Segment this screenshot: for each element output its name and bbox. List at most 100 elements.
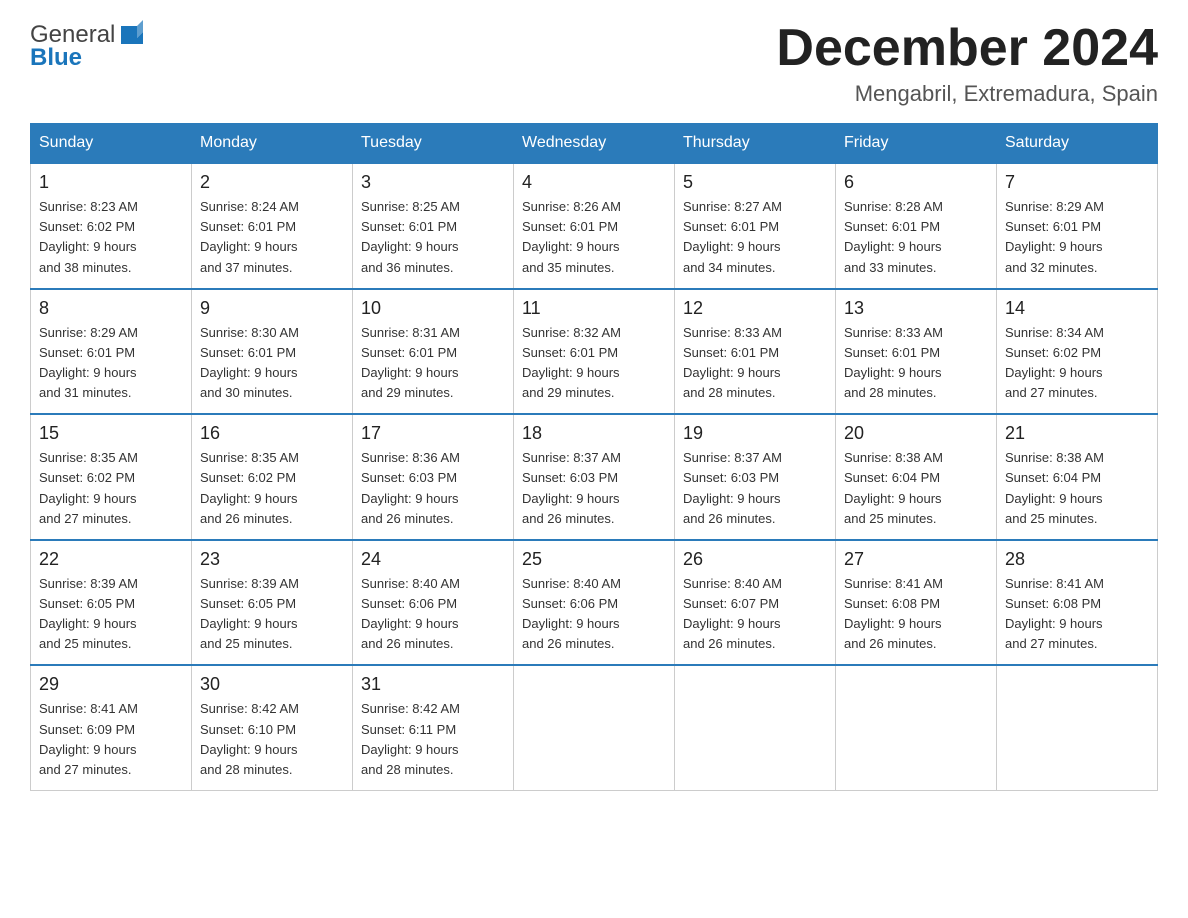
day-info: Sunrise: 8:40 AM Sunset: 6:07 PM Dayligh… [683,574,827,655]
table-row: 23 Sunrise: 8:39 AM Sunset: 6:05 PM Dayl… [192,540,353,666]
table-row: 18 Sunrise: 8:37 AM Sunset: 6:03 PM Dayl… [514,414,675,540]
table-row: 17 Sunrise: 8:36 AM Sunset: 6:03 PM Dayl… [353,414,514,540]
day-number: 23 [200,549,344,570]
day-info: Sunrise: 8:29 AM Sunset: 6:01 PM Dayligh… [39,323,183,404]
day-number: 8 [39,298,183,319]
table-row: 30 Sunrise: 8:42 AM Sunset: 6:10 PM Dayl… [192,665,353,790]
day-info: Sunrise: 8:36 AM Sunset: 6:03 PM Dayligh… [361,448,505,529]
day-info: Sunrise: 8:37 AM Sunset: 6:03 PM Dayligh… [522,448,666,529]
table-row: 29 Sunrise: 8:41 AM Sunset: 6:09 PM Dayl… [31,665,192,790]
table-row: 27 Sunrise: 8:41 AM Sunset: 6:08 PM Dayl… [836,540,997,666]
day-number: 3 [361,172,505,193]
day-info: Sunrise: 8:24 AM Sunset: 6:01 PM Dayligh… [200,197,344,278]
day-number: 5 [683,172,827,193]
col-friday: Friday [836,124,997,164]
day-info: Sunrise: 8:30 AM Sunset: 6:01 PM Dayligh… [200,323,344,404]
day-number: 16 [200,423,344,444]
calendar-table: Sunday Monday Tuesday Wednesday Thursday… [30,123,1158,791]
day-number: 26 [683,549,827,570]
day-info: Sunrise: 8:35 AM Sunset: 6:02 PM Dayligh… [200,448,344,529]
day-info: Sunrise: 8:40 AM Sunset: 6:06 PM Dayligh… [522,574,666,655]
col-wednesday: Wednesday [514,124,675,164]
day-info: Sunrise: 8:34 AM Sunset: 6:02 PM Dayligh… [1005,323,1149,404]
table-row: 14 Sunrise: 8:34 AM Sunset: 6:02 PM Dayl… [997,289,1158,415]
location-subtitle: Mengabril, Extremadura, Spain [776,81,1158,107]
title-area: December 2024 Mengabril, Extremadura, Sp… [776,20,1158,107]
table-row: 3 Sunrise: 8:25 AM Sunset: 6:01 PM Dayli… [353,163,514,289]
day-info: Sunrise: 8:32 AM Sunset: 6:01 PM Dayligh… [522,323,666,404]
table-row: 7 Sunrise: 8:29 AM Sunset: 6:01 PM Dayli… [997,163,1158,289]
day-info: Sunrise: 8:42 AM Sunset: 6:11 PM Dayligh… [361,699,505,780]
day-info: Sunrise: 8:40 AM Sunset: 6:06 PM Dayligh… [361,574,505,655]
day-number: 18 [522,423,666,444]
day-info: Sunrise: 8:26 AM Sunset: 6:01 PM Dayligh… [522,197,666,278]
table-row [836,665,997,790]
day-number: 14 [1005,298,1149,319]
page-header: General Blue December 2024 Mengabril, Ex… [30,20,1158,107]
day-info: Sunrise: 8:41 AM Sunset: 6:08 PM Dayligh… [1005,574,1149,655]
calendar-week-row: 15 Sunrise: 8:35 AM Sunset: 6:02 PM Dayl… [31,414,1158,540]
col-tuesday: Tuesday [353,124,514,164]
table-row: 8 Sunrise: 8:29 AM Sunset: 6:01 PM Dayli… [31,289,192,415]
logo: General Blue [30,20,147,72]
day-info: Sunrise: 8:25 AM Sunset: 6:01 PM Dayligh… [361,197,505,278]
day-info: Sunrise: 8:23 AM Sunset: 6:02 PM Dayligh… [39,197,183,278]
table-row: 22 Sunrise: 8:39 AM Sunset: 6:05 PM Dayl… [31,540,192,666]
table-row: 9 Sunrise: 8:30 AM Sunset: 6:01 PM Dayli… [192,289,353,415]
day-number: 12 [683,298,827,319]
table-row [997,665,1158,790]
table-row: 12 Sunrise: 8:33 AM Sunset: 6:01 PM Dayl… [675,289,836,415]
day-info: Sunrise: 8:33 AM Sunset: 6:01 PM Dayligh… [844,323,988,404]
day-number: 27 [844,549,988,570]
table-row [675,665,836,790]
day-number: 4 [522,172,666,193]
day-info: Sunrise: 8:39 AM Sunset: 6:05 PM Dayligh… [39,574,183,655]
day-number: 28 [1005,549,1149,570]
table-row: 28 Sunrise: 8:41 AM Sunset: 6:08 PM Dayl… [997,540,1158,666]
table-row: 13 Sunrise: 8:33 AM Sunset: 6:01 PM Dayl… [836,289,997,415]
day-number: 9 [200,298,344,319]
table-row: 6 Sunrise: 8:28 AM Sunset: 6:01 PM Dayli… [836,163,997,289]
col-monday: Monday [192,124,353,164]
table-row: 21 Sunrise: 8:38 AM Sunset: 6:04 PM Dayl… [997,414,1158,540]
day-number: 6 [844,172,988,193]
table-row: 16 Sunrise: 8:35 AM Sunset: 6:02 PM Dayl… [192,414,353,540]
month-title: December 2024 [776,20,1158,77]
table-row: 11 Sunrise: 8:32 AM Sunset: 6:01 PM Dayl… [514,289,675,415]
day-number: 25 [522,549,666,570]
table-row: 20 Sunrise: 8:38 AM Sunset: 6:04 PM Dayl… [836,414,997,540]
table-row: 15 Sunrise: 8:35 AM Sunset: 6:02 PM Dayl… [31,414,192,540]
day-info: Sunrise: 8:35 AM Sunset: 6:02 PM Dayligh… [39,448,183,529]
table-row: 4 Sunrise: 8:26 AM Sunset: 6:01 PM Dayli… [514,163,675,289]
table-row: 26 Sunrise: 8:40 AM Sunset: 6:07 PM Dayl… [675,540,836,666]
day-number: 2 [200,172,344,193]
day-number: 24 [361,549,505,570]
day-info: Sunrise: 8:39 AM Sunset: 6:05 PM Dayligh… [200,574,344,655]
table-row [514,665,675,790]
day-info: Sunrise: 8:42 AM Sunset: 6:10 PM Dayligh… [200,699,344,780]
day-info: Sunrise: 8:29 AM Sunset: 6:01 PM Dayligh… [1005,197,1149,278]
day-number: 30 [200,674,344,695]
col-saturday: Saturday [997,124,1158,164]
calendar-week-row: 8 Sunrise: 8:29 AM Sunset: 6:01 PM Dayli… [31,289,1158,415]
col-thursday: Thursday [675,124,836,164]
day-number: 31 [361,674,505,695]
day-info: Sunrise: 8:31 AM Sunset: 6:01 PM Dayligh… [361,323,505,404]
table-row: 10 Sunrise: 8:31 AM Sunset: 6:01 PM Dayl… [353,289,514,415]
day-number: 10 [361,298,505,319]
table-row: 24 Sunrise: 8:40 AM Sunset: 6:06 PM Dayl… [353,540,514,666]
calendar-week-row: 22 Sunrise: 8:39 AM Sunset: 6:05 PM Dayl… [31,540,1158,666]
day-info: Sunrise: 8:38 AM Sunset: 6:04 PM Dayligh… [844,448,988,529]
table-row: 25 Sunrise: 8:40 AM Sunset: 6:06 PM Dayl… [514,540,675,666]
logo-blue-text: Blue [30,44,82,72]
table-row: 5 Sunrise: 8:27 AM Sunset: 6:01 PM Dayli… [675,163,836,289]
day-number: 21 [1005,423,1149,444]
day-info: Sunrise: 8:38 AM Sunset: 6:04 PM Dayligh… [1005,448,1149,529]
table-row: 2 Sunrise: 8:24 AM Sunset: 6:01 PM Dayli… [192,163,353,289]
calendar-week-row: 1 Sunrise: 8:23 AM Sunset: 6:02 PM Dayli… [31,163,1158,289]
day-number: 19 [683,423,827,444]
day-number: 20 [844,423,988,444]
day-info: Sunrise: 8:37 AM Sunset: 6:03 PM Dayligh… [683,448,827,529]
day-number: 29 [39,674,183,695]
day-number: 13 [844,298,988,319]
